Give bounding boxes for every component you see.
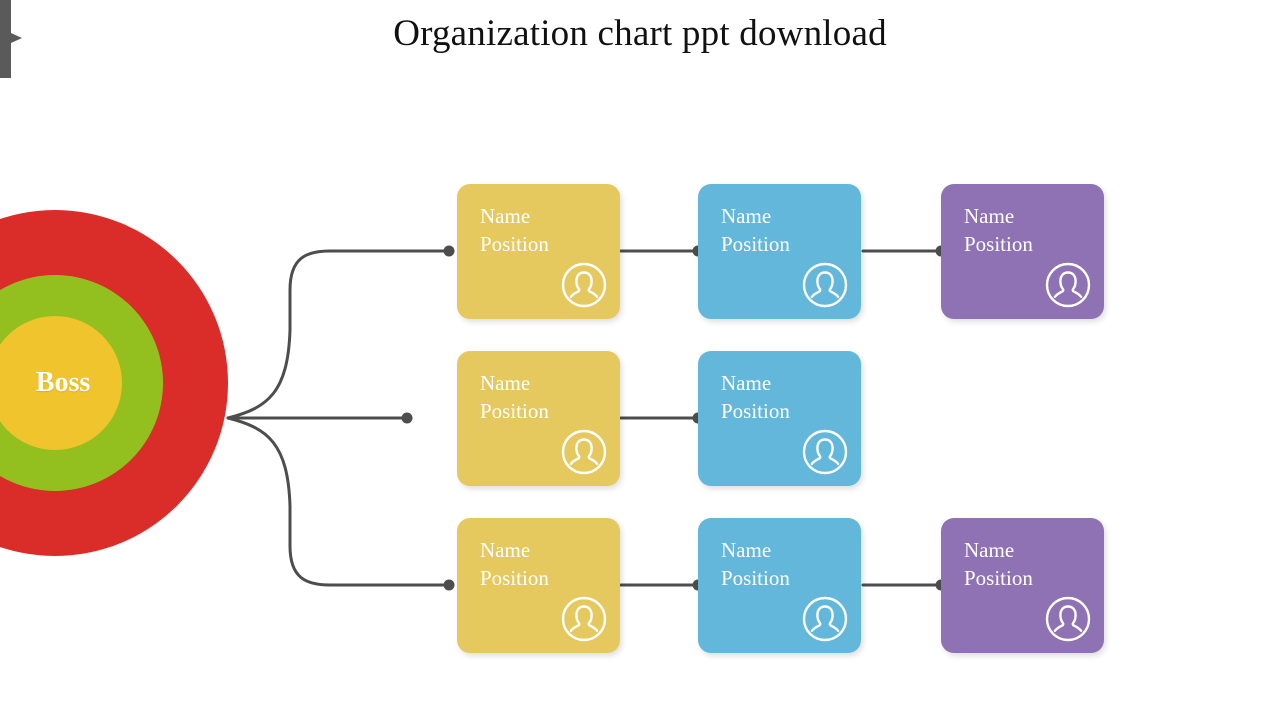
person-avatar-icon bbox=[1045, 262, 1091, 308]
org-card-name: Name bbox=[721, 204, 772, 228]
org-card-name: Name bbox=[480, 204, 531, 228]
org-card-text: Name Position bbox=[721, 369, 790, 425]
connector-hub-row3 bbox=[226, 416, 450, 587]
org-card-text: Name Position bbox=[964, 202, 1033, 258]
person-avatar-icon bbox=[802, 429, 848, 475]
org-card-position: Position bbox=[721, 232, 790, 256]
org-card-name: Name bbox=[480, 538, 531, 562]
person-avatar-icon bbox=[1045, 596, 1091, 642]
person-avatar-icon bbox=[561, 429, 607, 475]
org-card-name: Name bbox=[964, 204, 1015, 228]
org-card-r1-c3[interactable]: Name Position bbox=[941, 184, 1104, 319]
org-card-text: Name Position bbox=[721, 536, 790, 592]
org-card-text: Name Position bbox=[480, 369, 549, 425]
org-card-name: Name bbox=[721, 538, 772, 562]
connector-dot bbox=[443, 579, 455, 591]
org-card-text: Name Position bbox=[721, 202, 790, 258]
org-card-name: Name bbox=[480, 371, 531, 395]
org-card-r3-c3[interactable]: Name Position bbox=[941, 518, 1104, 653]
org-card-position: Position bbox=[480, 232, 549, 256]
org-card-position: Position bbox=[964, 232, 1033, 256]
connector-hub-row1 bbox=[226, 249, 450, 420]
org-card-position: Position bbox=[480, 566, 549, 590]
boss-label: Boss bbox=[35, 367, 91, 398]
org-card-r2-c2[interactable]: Name Position bbox=[698, 351, 861, 486]
org-card-r1-c2[interactable]: Name Position bbox=[698, 184, 861, 319]
org-card-position: Position bbox=[964, 566, 1033, 590]
org-card-r3-c2[interactable]: Name Position bbox=[698, 518, 861, 653]
org-card-text: Name Position bbox=[480, 536, 549, 592]
person-avatar-icon bbox=[561, 262, 607, 308]
org-card-r1-c1[interactable]: Name Position bbox=[457, 184, 620, 319]
org-card-name: Name bbox=[721, 371, 772, 395]
person-avatar-icon bbox=[561, 596, 607, 642]
org-card-position: Position bbox=[721, 399, 790, 423]
connector-dot bbox=[443, 245, 455, 257]
org-card-r3-c1[interactable]: Name Position bbox=[457, 518, 620, 653]
org-card-text: Name Position bbox=[964, 536, 1033, 592]
org-card-text: Name Position bbox=[480, 202, 549, 258]
person-avatar-icon bbox=[802, 596, 848, 642]
org-card-position: Position bbox=[480, 399, 549, 423]
org-card-position: Position bbox=[721, 566, 790, 590]
connector-dot bbox=[401, 412, 413, 424]
org-card-name: Name bbox=[964, 538, 1015, 562]
person-avatar-icon bbox=[802, 262, 848, 308]
org-card-r2-c1[interactable]: Name Position bbox=[457, 351, 620, 486]
boss-node[interactable]: Boss bbox=[0, 0, 240, 720]
slide-canvas: Organization chart ppt download Boss Nam… bbox=[0, 0, 1280, 720]
